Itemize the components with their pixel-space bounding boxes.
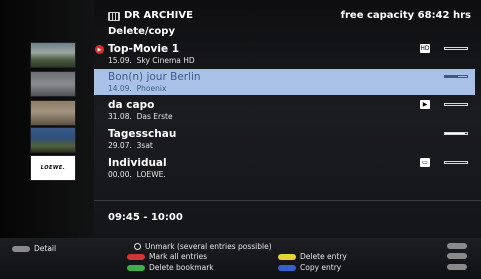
entry-title: Top-Movie 1	[108, 43, 180, 55]
progress-fill	[445, 76, 459, 77]
entry-date: 14.09.	[108, 84, 132, 93]
progress-bar	[444, 103, 468, 106]
entry-meta: 00.00. LOEWE.	[108, 170, 166, 179]
entry-title: da capo	[108, 99, 155, 111]
entry-meta: 15.09. Sky Cinema HD	[108, 56, 195, 65]
play-icon: ▶	[420, 100, 430, 109]
entry-title: Tagesschau	[108, 128, 177, 140]
thumbnail-bonjour-berlin	[30, 71, 76, 97]
progress-bar	[444, 161, 468, 164]
header: DR ARCHIVE Delete/copy free capacity 68:…	[0, 0, 481, 40]
entry-meta: 31.08. Das Erste	[108, 112, 173, 121]
list-item[interactable]: ▶ Top-Movie 1 15.09. Sky Cinema HD HD	[94, 41, 475, 67]
delete-entry-hint[interactable]: Delete entry	[278, 252, 347, 261]
footer-legend: Detail Unmark (several entries possible)…	[0, 238, 481, 279]
red-key-icon	[127, 253, 145, 260]
entry-date: 29.07.	[108, 141, 132, 150]
thumbnail-top-movie	[30, 42, 76, 68]
progress-bar	[444, 47, 468, 50]
thumbnail-individual: LOEWE.	[30, 155, 76, 181]
archive-icon	[108, 12, 120, 21]
progress-fill	[445, 133, 465, 134]
app-title: DR ARCHIVE	[124, 10, 193, 21]
exit-key-icon	[447, 264, 467, 270]
entry-channel: LOEWE.	[136, 170, 166, 179]
bookmark-icon: ▭	[420, 158, 430, 167]
copy-entry-label: Copy entry	[300, 263, 342, 272]
unmark-label: Unmark (several entries possible)	[145, 242, 272, 251]
info-key-icon	[12, 245, 30, 252]
entry-title: Individual	[108, 157, 167, 169]
delete-bookmark-label: Delete bookmark	[149, 263, 214, 272]
thumbnail-da-capo	[30, 100, 76, 126]
mark-all-hint[interactable]: Mark all entries	[127, 252, 207, 261]
unmark-hint[interactable]: Unmark (several entries possible)	[134, 242, 272, 251]
entry-channel: Phoenix	[136, 84, 167, 93]
detail-hint[interactable]: Detail	[12, 244, 56, 253]
end-key-icon	[447, 243, 467, 249]
list-item[interactable]: Individual 00.00. LOEWE. ▭	[94, 155, 475, 181]
entry-meta: 29.07. 3sat	[108, 141, 153, 150]
list-item[interactable]: da capo 31.08. Das Erste ▶	[94, 97, 475, 123]
progress-bar	[444, 132, 468, 135]
entry-meta: 14.09. Phoenix	[108, 84, 166, 93]
ok-key-icon	[134, 243, 141, 250]
recording-icon: ▶	[95, 45, 104, 54]
entry-title: Bon(n) jour Berlin	[108, 71, 201, 83]
entry-date: 00.00.	[108, 170, 132, 179]
progress-bar	[444, 75, 468, 78]
yellow-key-icon	[278, 253, 296, 260]
entry-date: 31.08.	[108, 112, 132, 121]
list-item[interactable]: Tagesschau 29.07. 3sat	[94, 126, 475, 152]
blue-key-icon	[278, 264, 296, 271]
entry-date: 15.09.	[108, 56, 132, 65]
detail-label: Detail	[34, 244, 57, 253]
entry-channel: Das Erste	[136, 112, 173, 121]
divider	[94, 200, 481, 201]
page-subtitle: Delete/copy	[108, 26, 175, 37]
loewe-logo: LOEWE.	[40, 165, 66, 171]
entry-channel: Sky Cinema HD	[136, 56, 195, 65]
green-key-icon	[127, 264, 145, 271]
copy-entry-hint[interactable]: Copy entry	[278, 263, 341, 272]
list-item-selected[interactable]: Bon(n) jour Berlin 14.09. Phoenix	[94, 69, 475, 95]
delete-bookmark-hint[interactable]: Delete bookmark	[127, 263, 214, 272]
time-range: 09:45 - 10:00	[108, 212, 183, 223]
back-key-icon	[447, 253, 467, 259]
thumbnail-tagesschau	[30, 127, 76, 153]
entry-channel: 3sat	[136, 141, 153, 150]
delete-entry-label: Delete entry	[300, 252, 347, 261]
hd-icon: HD	[420, 44, 430, 53]
dr-archive-screen: DR ARCHIVE Delete/copy free capacity 68:…	[0, 0, 481, 279]
mark-all-label: Mark all entries	[149, 252, 208, 261]
free-capacity: free capacity 68:42 hrs	[340, 10, 471, 21]
